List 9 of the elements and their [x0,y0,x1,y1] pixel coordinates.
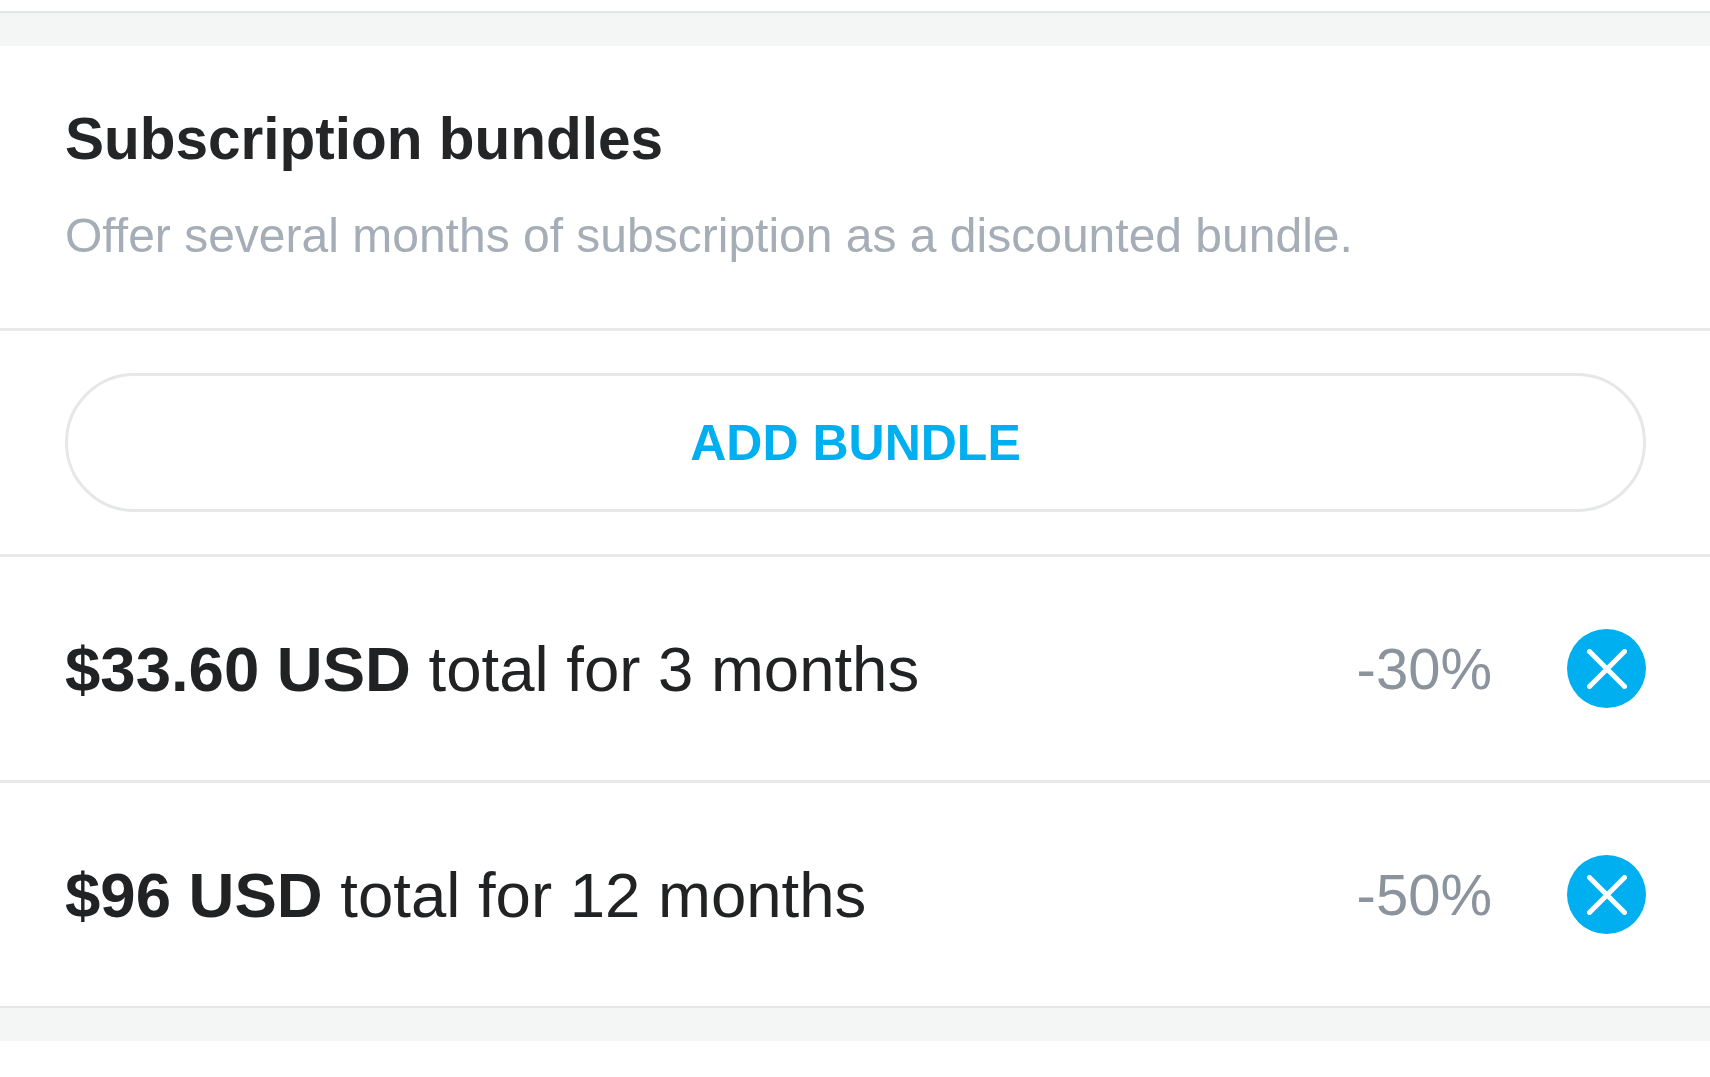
discount-percent: -30% [1356,635,1492,702]
section-title: Subscription bundles [65,105,664,173]
bundle-summary: $33.60 USD total for 3 months [65,632,920,705]
close-icon [1586,648,1627,689]
discount-percent: -50% [1356,861,1492,928]
section-description: Offer several months of subscription as a discounted bundle. [65,208,1353,264]
bundle-summary: $96 USD total for 12 months [65,858,867,931]
add-bundle-button[interactable]: ADD BUNDLE [65,373,1646,512]
close-icon [1586,874,1627,915]
